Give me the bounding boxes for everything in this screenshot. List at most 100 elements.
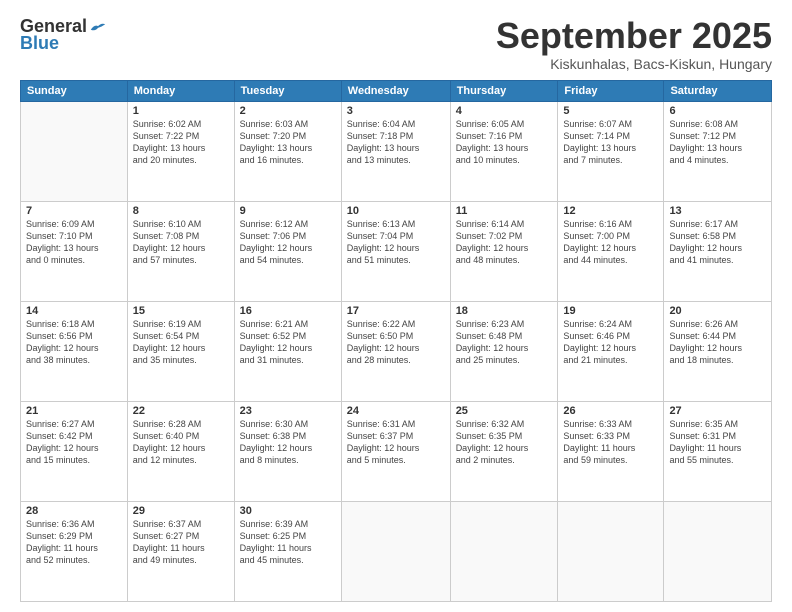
day-info: Sunrise: 6:03 AMSunset: 7:20 PMDaylight:…	[240, 118, 336, 167]
day-info: Sunrise: 6:28 AMSunset: 6:40 PMDaylight:…	[133, 418, 229, 467]
col-friday: Friday	[558, 80, 664, 101]
day-number: 24	[347, 405, 445, 417]
day-info: Sunrise: 6:10 AMSunset: 7:08 PMDaylight:…	[133, 218, 229, 267]
col-tuesday: Tuesday	[234, 80, 341, 101]
day-number: 25	[456, 405, 553, 417]
col-saturday: Saturday	[664, 80, 772, 101]
day-info: Sunrise: 6:07 AMSunset: 7:14 PMDaylight:…	[563, 118, 658, 167]
calendar-cell: 28Sunrise: 6:36 AMSunset: 6:29 PMDayligh…	[21, 501, 128, 601]
location: Kiskunhalas, Bacs-Kiskun, Hungary	[496, 56, 772, 72]
calendar-cell: 26Sunrise: 6:33 AMSunset: 6:33 PMDayligh…	[558, 401, 664, 501]
calendar-cell	[450, 501, 558, 601]
day-number: 20	[669, 305, 766, 317]
day-number: 21	[26, 405, 122, 417]
day-number: 17	[347, 305, 445, 317]
calendar-cell: 2Sunrise: 6:03 AMSunset: 7:20 PMDaylight…	[234, 101, 341, 201]
logo: General Blue	[20, 16, 107, 54]
day-number: 16	[240, 305, 336, 317]
day-number: 1	[133, 105, 229, 117]
day-info: Sunrise: 6:12 AMSunset: 7:06 PMDaylight:…	[240, 218, 336, 267]
day-number: 8	[133, 205, 229, 217]
calendar-week-row: 28Sunrise: 6:36 AMSunset: 6:29 PMDayligh…	[21, 501, 772, 601]
calendar-cell: 20Sunrise: 6:26 AMSunset: 6:44 PMDayligh…	[664, 301, 772, 401]
calendar-table: Sunday Monday Tuesday Wednesday Thursday…	[20, 80, 772, 602]
calendar-cell: 5Sunrise: 6:07 AMSunset: 7:14 PMDaylight…	[558, 101, 664, 201]
day-info: Sunrise: 6:24 AMSunset: 6:46 PMDaylight:…	[563, 318, 658, 367]
col-monday: Monday	[127, 80, 234, 101]
calendar-cell: 21Sunrise: 6:27 AMSunset: 6:42 PMDayligh…	[21, 401, 128, 501]
logo-bird-icon	[89, 20, 107, 34]
day-info: Sunrise: 6:36 AMSunset: 6:29 PMDaylight:…	[26, 518, 122, 567]
calendar-cell: 19Sunrise: 6:24 AMSunset: 6:46 PMDayligh…	[558, 301, 664, 401]
day-info: Sunrise: 6:39 AMSunset: 6:25 PMDaylight:…	[240, 518, 336, 567]
day-info: Sunrise: 6:17 AMSunset: 6:58 PMDaylight:…	[669, 218, 766, 267]
day-info: Sunrise: 6:16 AMSunset: 7:00 PMDaylight:…	[563, 218, 658, 267]
day-number: 13	[669, 205, 766, 217]
title-block: September 2025 Kiskunhalas, Bacs-Kiskun,…	[496, 16, 772, 72]
day-number: 22	[133, 405, 229, 417]
col-sunday: Sunday	[21, 80, 128, 101]
calendar-cell: 27Sunrise: 6:35 AMSunset: 6:31 PMDayligh…	[664, 401, 772, 501]
day-number: 3	[347, 105, 445, 117]
calendar-week-row: 7Sunrise: 6:09 AMSunset: 7:10 PMDaylight…	[21, 201, 772, 301]
day-number: 23	[240, 405, 336, 417]
col-thursday: Thursday	[450, 80, 558, 101]
calendar-week-row: 21Sunrise: 6:27 AMSunset: 6:42 PMDayligh…	[21, 401, 772, 501]
calendar-cell: 29Sunrise: 6:37 AMSunset: 6:27 PMDayligh…	[127, 501, 234, 601]
calendar-cell: 30Sunrise: 6:39 AMSunset: 6:25 PMDayligh…	[234, 501, 341, 601]
calendar-cell: 23Sunrise: 6:30 AMSunset: 6:38 PMDayligh…	[234, 401, 341, 501]
day-number: 4	[456, 105, 553, 117]
day-info: Sunrise: 6:05 AMSunset: 7:16 PMDaylight:…	[456, 118, 553, 167]
calendar-cell: 17Sunrise: 6:22 AMSunset: 6:50 PMDayligh…	[341, 301, 450, 401]
day-info: Sunrise: 6:22 AMSunset: 6:50 PMDaylight:…	[347, 318, 445, 367]
day-number: 10	[347, 205, 445, 217]
day-info: Sunrise: 6:18 AMSunset: 6:56 PMDaylight:…	[26, 318, 122, 367]
day-number: 14	[26, 305, 122, 317]
day-number: 18	[456, 305, 553, 317]
day-info: Sunrise: 6:26 AMSunset: 6:44 PMDaylight:…	[669, 318, 766, 367]
day-number: 26	[563, 405, 658, 417]
day-info: Sunrise: 6:32 AMSunset: 6:35 PMDaylight:…	[456, 418, 553, 467]
day-info: Sunrise: 6:33 AMSunset: 6:33 PMDaylight:…	[563, 418, 658, 467]
day-number: 15	[133, 305, 229, 317]
logo-blue: Blue	[20, 33, 59, 54]
calendar-cell: 22Sunrise: 6:28 AMSunset: 6:40 PMDayligh…	[127, 401, 234, 501]
calendar-cell	[558, 501, 664, 601]
calendar-header-row: Sunday Monday Tuesday Wednesday Thursday…	[21, 80, 772, 101]
day-number: 12	[563, 205, 658, 217]
day-number: 30	[240, 505, 336, 517]
col-wednesday: Wednesday	[341, 80, 450, 101]
day-info: Sunrise: 6:02 AMSunset: 7:22 PMDaylight:…	[133, 118, 229, 167]
day-info: Sunrise: 6:04 AMSunset: 7:18 PMDaylight:…	[347, 118, 445, 167]
calendar-cell: 16Sunrise: 6:21 AMSunset: 6:52 PMDayligh…	[234, 301, 341, 401]
calendar-cell: 18Sunrise: 6:23 AMSunset: 6:48 PMDayligh…	[450, 301, 558, 401]
calendar-cell: 6Sunrise: 6:08 AMSunset: 7:12 PMDaylight…	[664, 101, 772, 201]
day-number: 7	[26, 205, 122, 217]
calendar-body: 1Sunrise: 6:02 AMSunset: 7:22 PMDaylight…	[21, 101, 772, 601]
day-info: Sunrise: 6:13 AMSunset: 7:04 PMDaylight:…	[347, 218, 445, 267]
day-number: 6	[669, 105, 766, 117]
calendar-cell: 11Sunrise: 6:14 AMSunset: 7:02 PMDayligh…	[450, 201, 558, 301]
day-number: 5	[563, 105, 658, 117]
calendar-cell: 7Sunrise: 6:09 AMSunset: 7:10 PMDaylight…	[21, 201, 128, 301]
day-number: 28	[26, 505, 122, 517]
day-info: Sunrise: 6:35 AMSunset: 6:31 PMDaylight:…	[669, 418, 766, 467]
calendar-cell	[341, 501, 450, 601]
day-number: 27	[669, 405, 766, 417]
day-info: Sunrise: 6:19 AMSunset: 6:54 PMDaylight:…	[133, 318, 229, 367]
calendar-cell: 24Sunrise: 6:31 AMSunset: 6:37 PMDayligh…	[341, 401, 450, 501]
day-number: 2	[240, 105, 336, 117]
calendar-cell: 12Sunrise: 6:16 AMSunset: 7:00 PMDayligh…	[558, 201, 664, 301]
day-info: Sunrise: 6:09 AMSunset: 7:10 PMDaylight:…	[26, 218, 122, 267]
day-number: 11	[456, 205, 553, 217]
day-info: Sunrise: 6:31 AMSunset: 6:37 PMDaylight:…	[347, 418, 445, 467]
calendar-week-row: 1Sunrise: 6:02 AMSunset: 7:22 PMDaylight…	[21, 101, 772, 201]
day-info: Sunrise: 6:08 AMSunset: 7:12 PMDaylight:…	[669, 118, 766, 167]
calendar-cell	[21, 101, 128, 201]
day-info: Sunrise: 6:14 AMSunset: 7:02 PMDaylight:…	[456, 218, 553, 267]
day-number: 29	[133, 505, 229, 517]
page-header: General Blue September 2025 Kiskunhalas,…	[20, 16, 772, 72]
calendar-cell: 8Sunrise: 6:10 AMSunset: 7:08 PMDaylight…	[127, 201, 234, 301]
calendar-week-row: 14Sunrise: 6:18 AMSunset: 6:56 PMDayligh…	[21, 301, 772, 401]
month-title: September 2025	[496, 16, 772, 56]
